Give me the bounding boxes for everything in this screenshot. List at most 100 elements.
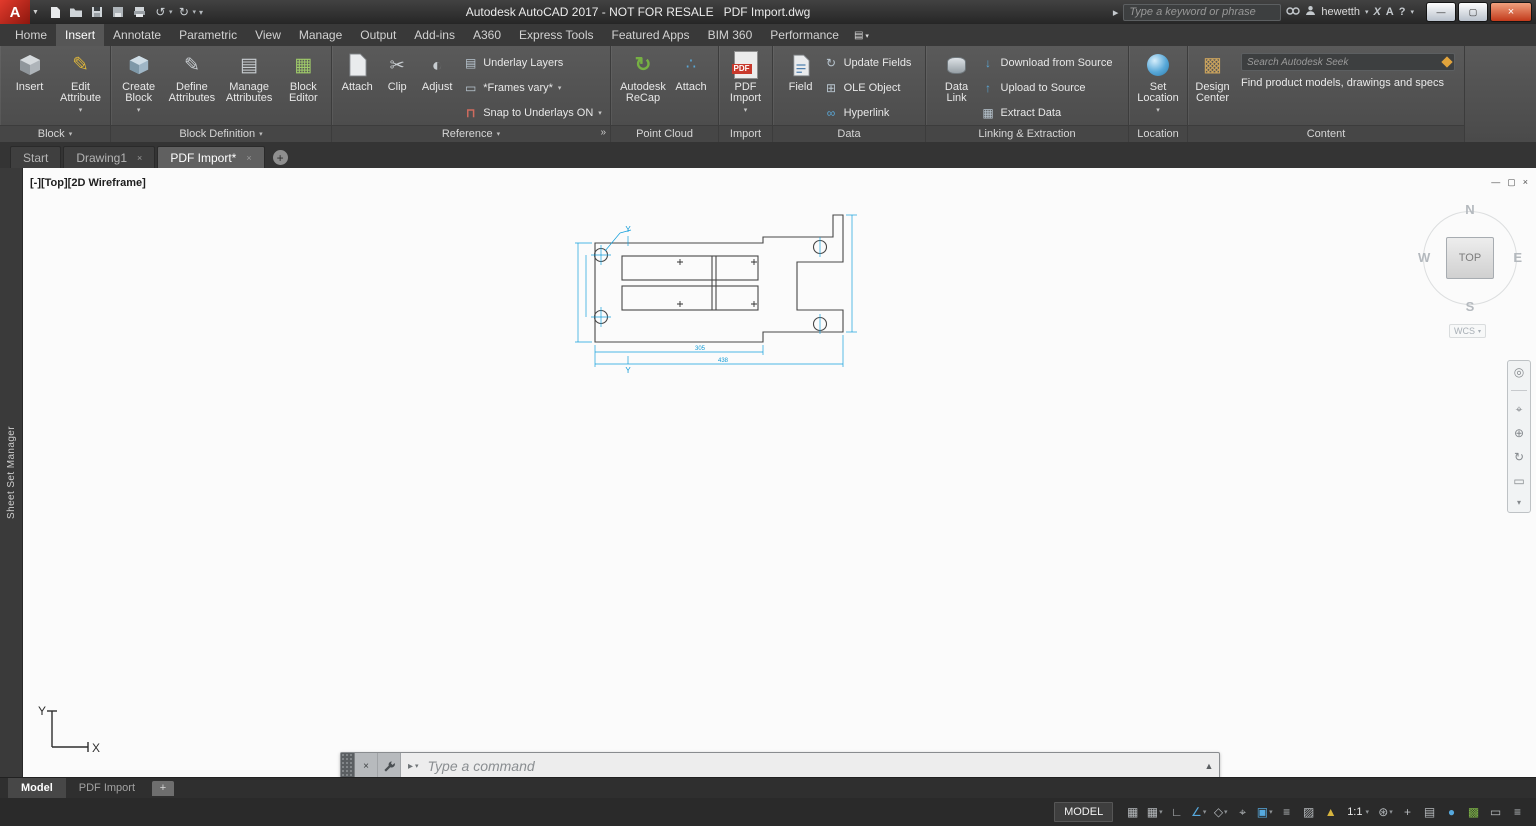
navigation-wheel-icon[interactable]: ◎ (1514, 366, 1524, 378)
ribbon-tab-performance[interactable]: Performance (761, 24, 848, 46)
undo-button[interactable]: ↺ (150, 3, 171, 22)
ribbon-tab-bim360[interactable]: BIM 360 (699, 24, 762, 46)
command-line[interactable]: × ▸▾ ▲ (340, 752, 1220, 777)
snap-dropdown-icon[interactable]: ▾ (1159, 808, 1163, 816)
sign-in-person-icon[interactable] (1305, 5, 1316, 19)
ribbon-tab-manage[interactable]: Manage (290, 24, 351, 46)
seek-search-box[interactable] (1241, 53, 1455, 71)
a360-icon[interactable]: X (1373, 6, 1380, 18)
transparency-toggle[interactable]: ▨ (1298, 802, 1319, 822)
command-input-area[interactable]: ▸▾ (401, 753, 1199, 777)
snap-underlays-dropdown-icon[interactable]: ▾ (598, 109, 602, 117)
sheet-set-manager-palette[interactable]: Sheet Set Manager (0, 168, 23, 777)
qat-customize-icon[interactable]: ▾ (199, 8, 203, 17)
new-drawing-tab-button[interactable]: + (273, 150, 288, 165)
lineweight-toggle[interactable]: ≡ (1276, 802, 1297, 822)
object-snap-toggle[interactable]: ▣▾ (1254, 802, 1275, 822)
viewcube-west[interactable]: W (1418, 250, 1430, 265)
ribbon-tab-featured-apps[interactable]: Featured Apps (603, 24, 699, 46)
block-editor-button[interactable]: ▦ Block Editor (279, 48, 328, 104)
quick-properties-toggle[interactable]: ▤ (1419, 802, 1440, 822)
clean-screen-toggle[interactable]: ▭ (1485, 802, 1506, 822)
customization-menu-button[interactable]: ≡ (1507, 802, 1528, 822)
ucs-icon[interactable]: Y X (30, 701, 100, 761)
object-snap-tracking-toggle[interactable]: ⌖ (1232, 802, 1253, 822)
help-dropdown-icon[interactable]: ▾ (1410, 8, 1414, 16)
open-file-button[interactable] (66, 3, 87, 22)
panel-footer-reference[interactable]: Reference▾» (332, 125, 610, 142)
wcs-selector[interactable]: WCS▾ (1449, 324, 1486, 338)
ribbon-tab-a360[interactable]: A360 (464, 24, 510, 46)
panel-footer-location[interactable]: Location (1129, 125, 1187, 142)
command-input[interactable] (426, 757, 1199, 775)
frames-vary-button[interactable]: ▭ *Frames vary* ▾ (459, 75, 606, 100)
new-layout-button[interactable]: + (152, 781, 174, 796)
clip-button[interactable]: ✂ Clip (379, 48, 415, 93)
annotation-monitor-button[interactable]: + (1397, 802, 1418, 822)
model-space-button[interactable]: MODEL (1054, 802, 1113, 822)
restore-window-button[interactable]: ▢ (1458, 2, 1488, 22)
viewport-restore-icon[interactable]: ▢ (1507, 177, 1516, 188)
panel-footer-block-definition[interactable]: Block Definition▾ (111, 125, 331, 142)
create-block-dropdown-icon[interactable]: ▾ (137, 105, 141, 116)
command-line-close-button[interactable]: × (355, 753, 378, 777)
graphics-performance-button[interactable]: ● (1441, 802, 1462, 822)
redo-dropdown-icon[interactable]: ▾ (192, 8, 196, 16)
pan-icon[interactable]: ⌖ (1516, 403, 1523, 415)
viewport-controls-label[interactable]: [-][Top][2D Wireframe] (30, 177, 146, 189)
panel-footer-import[interactable]: Import (719, 125, 772, 142)
ribbon-tab-insert[interactable]: Insert (56, 24, 104, 46)
scale-dropdown-icon[interactable]: ▾ (1365, 808, 1369, 816)
edit-attribute-dropdown-icon[interactable]: ▾ (79, 105, 83, 116)
frames-dropdown-icon[interactable]: ▾ (558, 84, 562, 92)
edit-attribute-button[interactable]: ✎ Edit Attribute ▾ (56, 48, 106, 116)
close-tab-icon[interactable]: × (137, 153, 142, 163)
attach-point-cloud-button[interactable]: ∴ Attach (670, 48, 712, 93)
pdf-import-button[interactable]: PDF PDF Import ▾ (723, 48, 769, 116)
panel-footer-data[interactable]: Data (773, 125, 925, 142)
ribbon-tab-view[interactable]: View (246, 24, 290, 46)
attach-reference-button[interactable]: Attach (336, 48, 378, 93)
osnap-dropdown-icon[interactable]: ▾ (1269, 808, 1273, 816)
sync-settings-button[interactable]: ▩ (1463, 802, 1484, 822)
viewcube-south[interactable]: S (1466, 299, 1475, 314)
close-window-button[interactable]: × (1490, 2, 1532, 22)
command-line-customize-button[interactable] (378, 753, 401, 777)
workspace-dropdown-icon[interactable]: ▾ (1389, 808, 1393, 816)
infocenter-search-input[interactable] (1123, 4, 1281, 21)
file-tab-pdf-import[interactable]: PDF Import*× (157, 146, 264, 168)
download-from-source-button[interactable]: ↓ Download from Source (977, 50, 1117, 75)
annotation-visibility-toggle[interactable]: ▲ (1320, 802, 1341, 822)
orbit-icon[interactable]: ↻ (1514, 451, 1524, 463)
signed-in-username[interactable]: hewetth (1321, 6, 1360, 18)
ribbon-tab-home[interactable]: Home (6, 24, 56, 46)
ortho-mode-toggle[interactable]: ∟ (1166, 802, 1187, 822)
infocenter-collapse-icon[interactable]: ▸ (1113, 6, 1119, 19)
polar-dropdown-icon[interactable]: ▾ (1203, 808, 1207, 816)
plot-button[interactable] (129, 3, 150, 22)
viewcube-top-face[interactable]: TOP (1446, 237, 1494, 279)
panel-footer-content[interactable]: Content (1188, 125, 1464, 142)
adjust-button[interactable]: ◐ Adjust (416, 48, 458, 93)
viewcube-north[interactable]: N (1465, 202, 1474, 217)
pdf-import-dropdown-icon[interactable]: ▾ (744, 105, 748, 116)
new-file-button[interactable] (45, 3, 66, 22)
navbar-more-icon[interactable]: ▾ (1517, 499, 1521, 507)
set-location-dropdown-icon[interactable]: ▾ (1156, 105, 1160, 116)
panel-footer-point-cloud[interactable]: Point Cloud (611, 125, 718, 142)
minimize-window-button[interactable]: — (1426, 2, 1456, 22)
grid-display-toggle[interactable]: ▦ (1122, 802, 1143, 822)
autocad-app-menu-button[interactable]: A (0, 0, 30, 24)
update-fields-button[interactable]: ↻ Update Fields (820, 50, 916, 75)
command-history-toggle-icon[interactable]: ▲ (1199, 753, 1219, 777)
data-link-button[interactable]: Data Link (938, 48, 976, 104)
insert-block-button[interactable]: Insert (5, 48, 55, 93)
panel-expander-icon[interactable]: » (600, 127, 606, 138)
command-line-drag-handle[interactable] (341, 753, 355, 777)
layout-tab-model[interactable]: Model (8, 778, 66, 798)
design-center-button[interactable]: ▩ Design Center (1191, 48, 1234, 104)
file-tab-drawing1[interactable]: Drawing1× (63, 146, 155, 168)
extract-data-button[interactable]: ▦ Extract Data (977, 100, 1117, 125)
viewcube[interactable]: N W E S TOP (1414, 198, 1526, 316)
zoom-icon[interactable]: ⊕ (1514, 427, 1524, 439)
